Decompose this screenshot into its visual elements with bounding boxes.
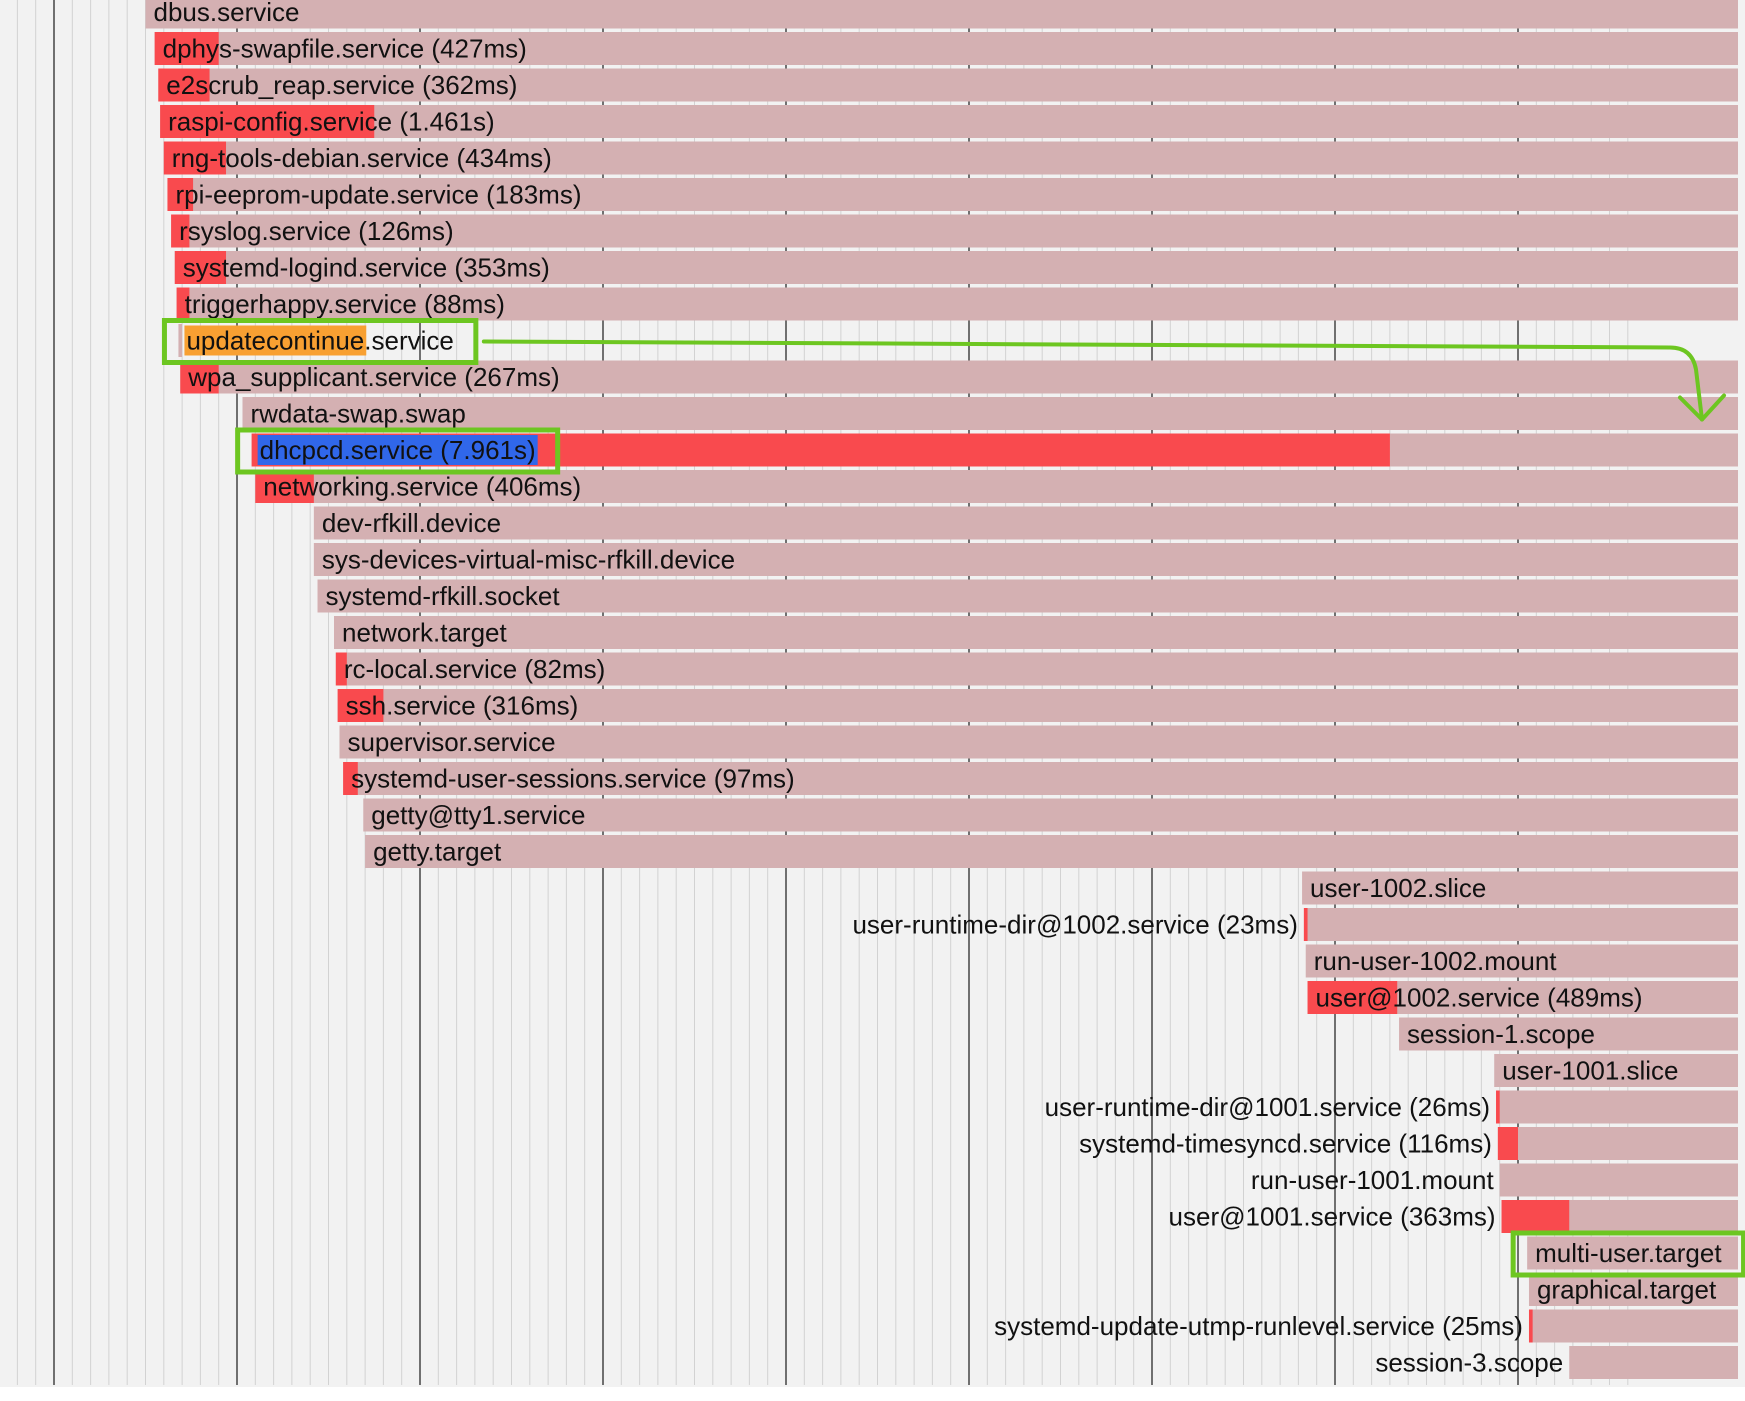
unit-label: session-3.scope (1375, 1348, 1563, 1378)
unit-label: user-runtime-dir@1001.service (26ms) (1045, 1092, 1490, 1122)
unit-bar (178, 324, 183, 357)
unit-label: ssh.service (316ms) (346, 691, 579, 721)
activating-bar (1303, 908, 1308, 941)
unit-label: user@1001.service (363ms) (1169, 1202, 1496, 1232)
unit-bar (1528, 1309, 1738, 1343)
unit-label: systemd-timesyncd.service (116ms) (1079, 1129, 1492, 1159)
unit-label: run-user-1001.mount (1251, 1165, 1495, 1195)
unit-label: rpi-eeprom-update.service (183ms) (175, 180, 581, 210)
unit-label: rng-tools-debian.service (434ms) (172, 143, 552, 173)
activating-bar (1528, 1309, 1533, 1343)
activating-bar (1501, 1200, 1570, 1233)
unit-label: dphys-swapfile.service (427ms) (163, 34, 527, 64)
unit-label: wpa_supplicant.service (267ms) (187, 362, 559, 392)
unit-label: getty.target (373, 837, 502, 867)
unit-bar (242, 397, 1739, 430)
unit-label: supervisor.service (347, 727, 555, 757)
unit-label: systemd-rfkill.socket (326, 581, 561, 611)
unit-label: network.target (342, 618, 508, 648)
unit-label: dhcpcd.service (7.961s) (260, 435, 536, 465)
unit-label: user@1002.service (489ms) (1316, 983, 1643, 1013)
unit-label: updatecontinue.service (186, 326, 453, 356)
unit-bar (365, 835, 1739, 868)
unit-label: raspi-config.service (1.461s) (168, 107, 495, 137)
unit-bar (1499, 1163, 1738, 1197)
unit-label: session-1.scope (1407, 1019, 1595, 1049)
unit-label: e2scrub_reap.service (362ms) (166, 70, 517, 100)
unit-label: networking.service (406ms) (263, 472, 581, 502)
unit-label: triggerhappy.service (88ms) (185, 289, 505, 319)
unit-bar (313, 506, 1738, 540)
boot-chart: dbus.service dphys-swapfile.service (427m… (0, 0, 1745, 1387)
unit-label: getty@tty1.service (371, 800, 585, 830)
unit-bar (1497, 1127, 1738, 1160)
unit-label: systemd-update-utmp-runlevel.service (25… (994, 1311, 1523, 1341)
unit-label: user-1002.slice (1310, 873, 1486, 903)
activating-bar (1497, 1127, 1518, 1160)
unit-label: run-user-1002.mount (1314, 946, 1558, 976)
unit-label: systemd-logind.service (353ms) (183, 253, 550, 283)
unit-label: dbus.service (154, 0, 300, 27)
unit-bar (145, 0, 1738, 29)
unit-label: rc-local.service (82ms) (344, 654, 606, 684)
unit-bar (333, 616, 1738, 649)
unit-bar (1496, 1090, 1738, 1124)
unit-label: rwdata-swap.swap (250, 399, 465, 429)
unit-label: sys-devices-virtual-misc-rfkill.device (322, 545, 735, 575)
unit-label: systemd-user-sessions.service (97ms) (351, 764, 795, 794)
unit-bar (1569, 1346, 1738, 1379)
unit-label: graphical.target (1537, 1275, 1717, 1305)
unit-label: dev-rfkill.device (322, 508, 501, 538)
unit-label: multi-user.target (1535, 1238, 1722, 1268)
unit-label: rsyslog.service (126ms) (179, 216, 454, 246)
unit-bar (1303, 908, 1738, 941)
unit-label: user-runtime-dir@1002.service (23ms) (852, 910, 1297, 940)
unit-label: user-1001.slice (1502, 1056, 1678, 1086)
activating-bar (1496, 1090, 1500, 1124)
